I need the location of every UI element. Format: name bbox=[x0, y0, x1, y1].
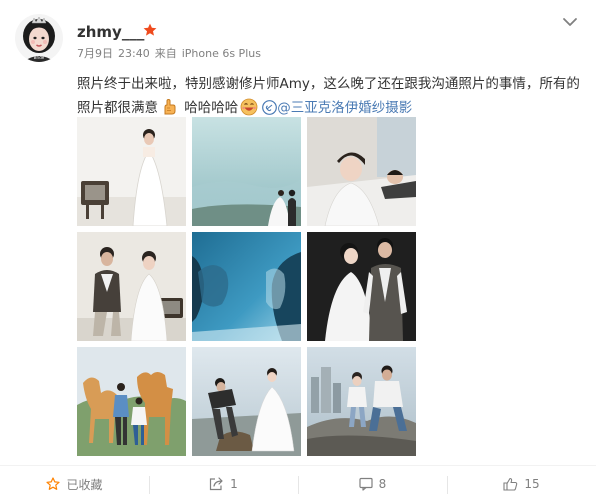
username[interactable]: zhmy___ bbox=[77, 23, 144, 41]
weibo-post-card: Bride zhmy___ 7月9日 23:40 来自 iPhone 6s Plus … bbox=[0, 0, 596, 502]
like-button[interactable]: 15 bbox=[447, 466, 596, 502]
pointing-hand-emoji-icon bbox=[164, 98, 176, 115]
laughing-face-emoji-icon bbox=[240, 98, 258, 116]
star-badge-icon bbox=[143, 23, 157, 36]
photo-couple-cliff[interactable] bbox=[307, 347, 416, 456]
repost-button[interactable]: 1 bbox=[149, 466, 298, 502]
photo-couple-dark[interactable] bbox=[307, 232, 416, 341]
photo-grid bbox=[77, 117, 417, 456]
post-meta: 7月9日 23:40 来自 iPhone 6s Plus bbox=[77, 47, 261, 61]
link-icon bbox=[262, 100, 278, 115]
svg-text:Bride: Bride bbox=[34, 55, 45, 60]
comment-button[interactable]: 8 bbox=[298, 466, 447, 502]
photo-bride-with-tv[interactable] bbox=[77, 117, 186, 226]
favorite-button[interactable]: 已收藏 bbox=[0, 466, 149, 502]
star-outline-icon bbox=[46, 477, 61, 490]
source-prefix: 来自 bbox=[154, 47, 177, 60]
photo-camels[interactable] bbox=[77, 347, 186, 456]
mention-at-sign[interactable]: @ bbox=[277, 100, 291, 116]
share-icon bbox=[210, 477, 223, 491]
thumbs-up-icon bbox=[503, 477, 518, 491]
comment-icon bbox=[359, 477, 373, 491]
favorite-label: 已收藏 bbox=[66, 477, 103, 492]
photo-couple-sitting[interactable] bbox=[77, 232, 186, 341]
like-count: 15 bbox=[524, 477, 540, 491]
repost-count: 1 bbox=[230, 477, 238, 491]
mention-link[interactable]: 三亚克洛伊婚纱摄影 bbox=[291, 100, 413, 116]
photo-couple-beach-rock[interactable] bbox=[192, 347, 301, 456]
post-date[interactable]: 7月9日 bbox=[77, 47, 113, 61]
post-text: 照片终于出来啦，特别感谢修片师Amy，这么晚了还在跟我沟通照片的事情，所有的照片… bbox=[77, 72, 582, 120]
comment-count: 8 bbox=[378, 477, 387, 491]
post-source[interactable]: iPhone 6s Plus bbox=[182, 47, 261, 61]
post-actions: 已收藏 1 8 15 bbox=[0, 466, 596, 502]
avatar[interactable]: Bride bbox=[15, 14, 63, 62]
photo-beach-sea[interactable] bbox=[192, 117, 301, 226]
post-laugh-text: 哈哈哈哈 bbox=[184, 100, 239, 116]
chevron-down-icon[interactable] bbox=[562, 16, 578, 28]
photo-bride-lying[interactable] bbox=[307, 117, 416, 226]
photo-couple-blue[interactable] bbox=[192, 232, 301, 341]
post-time[interactable]: 23:40 bbox=[118, 47, 150, 61]
